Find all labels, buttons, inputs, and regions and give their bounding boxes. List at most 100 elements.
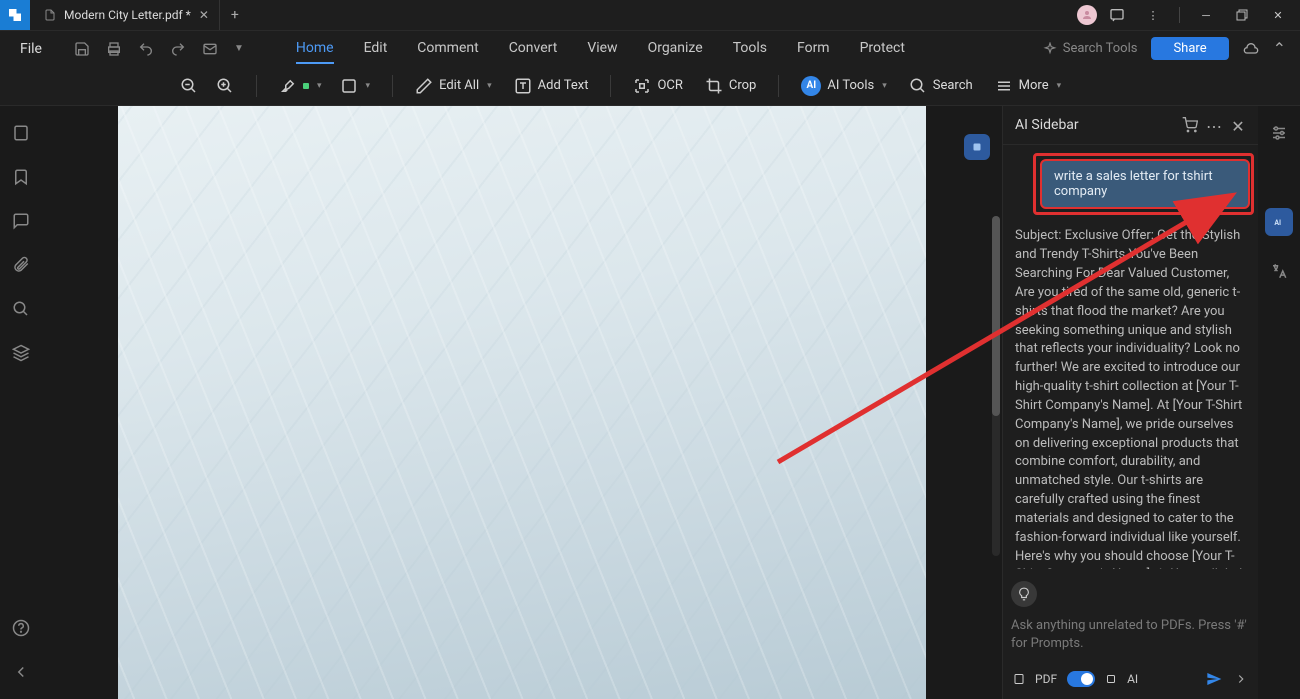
mail-icon[interactable]	[202, 41, 218, 57]
collapse-ribbon-icon[interactable]: ⌃	[1273, 39, 1286, 58]
expand-right-icon[interactable]	[1234, 672, 1248, 686]
redo-icon[interactable]	[170, 41, 186, 57]
thumbnails-icon[interactable]	[12, 124, 30, 142]
tab-form[interactable]: Form	[797, 34, 830, 64]
titlebar: Modern City Letter.pdf * ✕ + ⋮ ─ ✕	[0, 0, 1300, 30]
search-panel-icon[interactable]	[12, 300, 30, 318]
text-icon	[514, 77, 532, 95]
edit-all-button[interactable]: Edit All▾	[415, 77, 492, 95]
ocr-icon	[633, 77, 651, 95]
scrollbar[interactable]	[992, 216, 1000, 556]
undo-icon[interactable]	[138, 41, 154, 57]
more-label: More	[1019, 78, 1049, 93]
ai-chip-icon	[1105, 673, 1117, 685]
crop-label: Crop	[729, 78, 756, 93]
help-icon[interactable]	[12, 619, 30, 637]
close-tab-icon[interactable]: ✕	[199, 8, 209, 22]
close-sidebar-icon[interactable]: ✕	[1230, 117, 1246, 133]
toolbar: ▾ ▾ Edit All▾ Add Text OCR Crop AI AI To…	[0, 66, 1300, 106]
ai-badge-icon: AI	[801, 76, 821, 96]
pencil-icon	[415, 77, 433, 95]
minimize-button[interactable]: ─	[1190, 0, 1222, 30]
cart-icon[interactable]	[1182, 117, 1198, 133]
tab-protect[interactable]: Protect	[860, 34, 905, 64]
ai-floating-badge[interactable]	[964, 134, 990, 160]
ai-tools-label: AI Tools	[827, 78, 874, 93]
ai-sidebar-title: AI Sidebar	[1015, 117, 1174, 133]
highlight-tool[interactable]: ▾	[279, 77, 322, 95]
attachment-icon[interactable]	[12, 256, 30, 274]
shape-icon	[340, 77, 358, 95]
ai-response: Subject: Exclusive Offer: Get the Stylis…	[1011, 223, 1250, 569]
more-horizontal-icon[interactable]: ⋯	[1206, 117, 1222, 133]
search-tools[interactable]: Search Tools	[1043, 41, 1138, 56]
close-button[interactable]: ✕	[1262, 0, 1294, 30]
save-icon[interactable]	[74, 41, 90, 57]
tab-home[interactable]: Home	[296, 34, 334, 64]
maximize-button[interactable]	[1226, 0, 1258, 30]
menubar: File ▼ Home Edit Comment Convert View Or…	[0, 30, 1300, 66]
share-button[interactable]: Share	[1151, 37, 1228, 60]
footer-pdf-label: PDF	[1035, 672, 1057, 686]
settings-sliders-icon[interactable]	[1270, 124, 1288, 142]
ocr-label: OCR	[657, 78, 682, 93]
search-icon	[909, 77, 927, 95]
ai-tools-button[interactable]: AI AI Tools▾	[801, 76, 886, 96]
collapse-left-icon[interactable]	[12, 663, 30, 681]
svg-text:AI: AI	[1274, 219, 1281, 227]
tab-comment[interactable]: Comment	[417, 34, 478, 64]
footer-ai-label: AI	[1127, 672, 1138, 686]
menu-icon	[995, 77, 1013, 95]
tab-tools[interactable]: Tools	[733, 34, 767, 64]
crop-icon	[705, 77, 723, 95]
send-icon[interactable]	[1206, 671, 1222, 687]
more-vertical-icon[interactable]: ⋮	[1137, 0, 1169, 30]
app-logo	[0, 0, 30, 30]
tab-edit[interactable]: Edit	[364, 34, 388, 64]
left-sidebar	[0, 106, 42, 699]
more-button[interactable]: More▾	[995, 77, 1061, 95]
comments-icon[interactable]	[12, 212, 30, 230]
qat-dropdown-icon[interactable]: ▼	[234, 43, 244, 54]
search-label: Search	[933, 78, 973, 93]
tab-title: Modern City Letter.pdf *	[64, 8, 191, 22]
pdf-ai-toggle[interactable]	[1067, 671, 1095, 687]
search-button[interactable]: Search	[909, 77, 973, 95]
avatar[interactable]	[1077, 5, 1097, 25]
document-viewport[interactable]	[42, 106, 1002, 699]
tab-convert[interactable]: Convert	[509, 34, 558, 64]
zoom-out-icon[interactable]	[180, 77, 198, 95]
tab-view[interactable]: View	[587, 34, 617, 64]
ocr-button[interactable]: OCR	[633, 77, 682, 95]
sparkle-icon	[1043, 42, 1057, 56]
highlighter-icon	[279, 77, 297, 95]
tab-organize[interactable]: Organize	[648, 34, 703, 64]
prompt-input[interactable]: Ask anything unrelated to PDFs. Press '#…	[1011, 617, 1250, 653]
cloud-sync-icon[interactable]	[1243, 41, 1259, 57]
file-menu[interactable]: File	[0, 41, 62, 57]
add-tab-button[interactable]: +	[220, 7, 250, 23]
crop-button[interactable]: Crop	[705, 77, 756, 95]
edit-all-label: Edit All	[439, 78, 479, 93]
layers-icon[interactable]	[12, 344, 30, 362]
comment-icon[interactable]	[1101, 0, 1133, 30]
user-prompt-bubble: write a sales letter for tshirt company	[1040, 159, 1250, 209]
zoom-in-icon[interactable]	[216, 77, 234, 95]
add-text-button[interactable]: Add Text	[514, 77, 589, 95]
translate-icon[interactable]	[1270, 262, 1288, 280]
search-tools-text: Search Tools	[1063, 41, 1138, 56]
idea-button[interactable]	[1011, 581, 1037, 607]
shape-tool[interactable]: ▾	[340, 77, 371, 95]
right-rail: AI	[1258, 106, 1300, 699]
document-icon	[44, 9, 56, 21]
bookmark-icon[interactable]	[12, 168, 30, 186]
document-tab[interactable]: Modern City Letter.pdf * ✕	[30, 0, 220, 30]
pdf-page	[118, 106, 926, 699]
lightbulb-icon	[1017, 587, 1031, 601]
print-icon[interactable]	[106, 41, 122, 57]
user-prompt-text: write a sales letter for tshirt company	[1054, 169, 1213, 199]
pdf-doc-icon	[1013, 673, 1025, 685]
add-text-label: Add Text	[538, 78, 589, 93]
ai-panel-button[interactable]: AI	[1265, 208, 1293, 236]
ai-sidebar: AI Sidebar ⋯ ✕ write a sales letter for …	[1002, 106, 1258, 699]
